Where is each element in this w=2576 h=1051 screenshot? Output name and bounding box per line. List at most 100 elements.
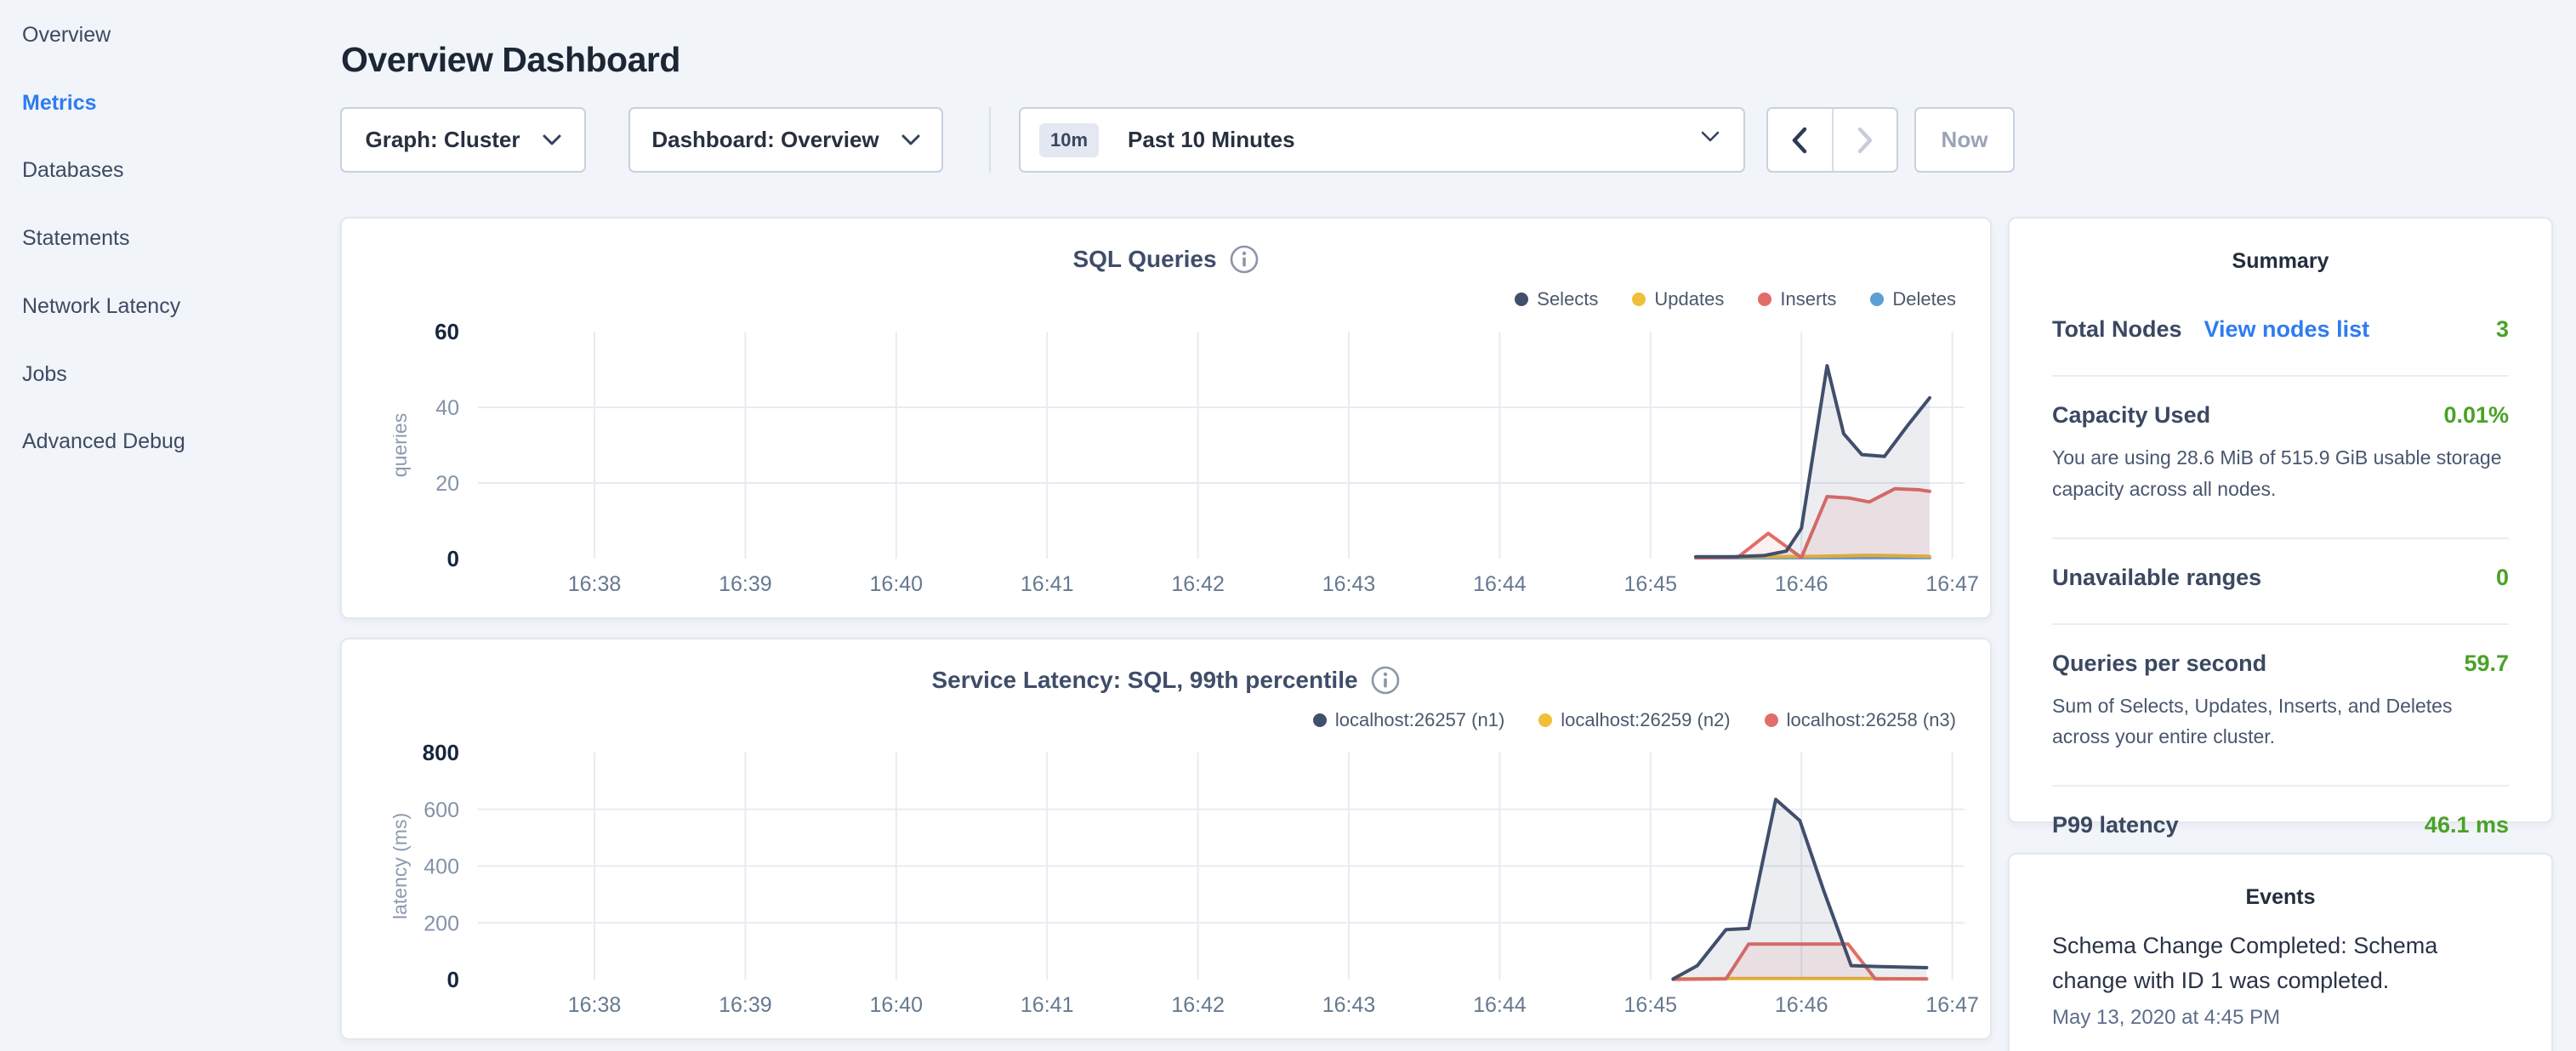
info-icon[interactable] — [1229, 244, 1260, 275]
svg-text:600: 600 — [424, 798, 459, 822]
time-prev-button[interactable] — [1768, 109, 1832, 171]
sidebar-item-advanced-debug[interactable]: Advanced Debug — [22, 427, 185, 456]
legend-item: Inserts — [1758, 288, 1836, 310]
time-step-group — [1766, 107, 1898, 173]
summary-row-label: Unavailable ranges — [2052, 565, 2261, 591]
legend-label: Deletes — [1892, 288, 1956, 310]
sidebar-item-databases[interactable]: Databases — [22, 156, 124, 185]
svg-text:16:38: 16:38 — [568, 993, 622, 1017]
time-window-label: Past 10 Minutes — [1128, 127, 1295, 153]
page-title: Overview Dashboard — [341, 40, 680, 80]
legend-label: Updates — [1654, 288, 1724, 310]
summary-row-label: Queries per second — [2052, 650, 2266, 677]
chevron-down-icon — [1701, 131, 1720, 143]
dashboard-selector-dropdown[interactable]: Dashboard: Overview — [628, 107, 943, 173]
controls-divider — [989, 107, 991, 173]
svg-text:16:39: 16:39 — [719, 572, 772, 596]
svg-text:400: 400 — [424, 855, 459, 879]
summary-panel: Summary Total NodesView nodes list3Capac… — [2008, 217, 2553, 823]
legend-item: localhost:26257 (n1) — [1313, 709, 1504, 731]
legend-label: localhost:26258 (n3) — [1787, 709, 1956, 731]
legend-dot-icon — [1765, 713, 1778, 727]
chart-title: SQL Queries — [342, 244, 1990, 275]
svg-text:16:42: 16:42 — [1171, 572, 1225, 596]
now-button[interactable]: Now — [1914, 107, 2015, 173]
sidebar: Overview Metrics Databases Statements Networ… — [0, 0, 340, 1051]
legend-dot-icon — [1313, 713, 1327, 727]
svg-text:16:45: 16:45 — [1624, 993, 1678, 1017]
chevron-right-icon — [1857, 127, 1874, 154]
chevron-down-icon — [543, 134, 561, 146]
event-list-item[interactable]: Schema Change Completed: Schema change w… — [2052, 929, 2509, 1030]
legend-item: localhost:26258 (n3) — [1765, 709, 1956, 731]
svg-text:16:44: 16:44 — [1473, 993, 1527, 1017]
svg-text:16:46: 16:46 — [1775, 993, 1828, 1017]
svg-text:40: 40 — [435, 396, 459, 420]
svg-text:16:40: 16:40 — [870, 993, 924, 1017]
svg-text:16:47: 16:47 — [1925, 993, 1979, 1017]
chart-title-text: SQL Queries — [1072, 246, 1216, 272]
summary-row: Unavailable ranges 0 — [2052, 539, 2509, 625]
svg-text:16:41: 16:41 — [1021, 993, 1074, 1017]
sidebar-item-statements[interactable]: Statements — [22, 224, 129, 253]
summary-row-label: P99 latency — [2052, 812, 2179, 838]
event-message: Schema Change Completed: Schema change w… — [2052, 929, 2509, 997]
chevron-left-icon — [1791, 127, 1808, 154]
summary-row-description: Sum of Selects, Updates, Inserts, and De… — [2052, 690, 2509, 753]
svg-text:16:41: 16:41 — [1021, 572, 1074, 596]
events-rows: Schema Change Completed: Schema change w… — [2052, 929, 2509, 1030]
graph-selector-dropdown[interactable]: Graph: Cluster — [340, 107, 586, 173]
svg-text:16:39: 16:39 — [719, 993, 772, 1017]
summary-rows: Total NodesView nodes list3Capacity Used… — [2052, 291, 2509, 871]
svg-text:16:46: 16:46 — [1775, 572, 1828, 596]
legend-label: Inserts — [1780, 288, 1836, 310]
chart-plot-area[interactable]: 16:3816:3916:4016:4116:4216:4316:4416:45… — [393, 321, 1992, 610]
sidebar-item-overview[interactable]: Overview — [22, 20, 111, 49]
summary-row-value: 3 — [2496, 316, 2509, 343]
summary-row: Queries per second 59.7 Sum of Selects, Up… — [2052, 625, 2509, 787]
svg-text:queries: queries — [393, 413, 411, 477]
svg-text:0: 0 — [447, 967, 459, 992]
sidebar-item-jobs[interactable]: Jobs — [22, 360, 67, 389]
dashboard-selector-label: Dashboard: Overview — [651, 127, 879, 153]
legend-label: Selects — [1537, 288, 1598, 310]
sql-queries-chart-card: SQL Queries Selects Updates Inserts Deletes… — [340, 217, 1992, 619]
svg-text:16:43: 16:43 — [1322, 993, 1376, 1017]
svg-text:16:38: 16:38 — [568, 572, 622, 596]
events-panel: Events Schema Change Completed: Schema c… — [2008, 853, 2553, 1051]
svg-text:60: 60 — [435, 321, 459, 344]
legend-item: Deletes — [1870, 288, 1956, 310]
app-root: Overview Metrics Databases Statements Networ… — [0, 0, 2576, 1051]
summary-title: Summary — [2010, 249, 2551, 274]
view-nodes-list-link[interactable]: View nodes list — [2204, 316, 2370, 343]
event-timestamp: May 13, 2020 at 4:45 PM — [2052, 1006, 2509, 1030]
graph-selector-label: Graph: Cluster — [365, 127, 520, 153]
legend-dot-icon — [1758, 293, 1771, 306]
events-title: Events — [2010, 885, 2551, 910]
chart-title-text: Service Latency: SQL, 99th percentile — [931, 667, 1357, 693]
svg-text:200: 200 — [424, 912, 459, 935]
summary-row-value: 59.7 — [2464, 650, 2509, 677]
time-next-button[interactable] — [1832, 109, 1897, 171]
chart-title: Service Latency: SQL, 99th percentile — [342, 665, 1990, 696]
chevron-down-icon — [901, 134, 920, 146]
legend-label: localhost:26259 (n2) — [1561, 709, 1730, 731]
service-latency-chart-card: Service Latency: SQL, 99th percentile lo… — [340, 638, 1992, 1040]
svg-text:16:44: 16:44 — [1473, 572, 1527, 596]
legend-dot-icon — [1870, 293, 1884, 306]
chart-plot-area[interactable]: 16:3816:3916:4016:4116:4216:4316:4416:45… — [393, 741, 1992, 1031]
time-window-selector[interactable]: 10m Past 10 Minutes — [1019, 107, 1745, 173]
info-icon[interactable] — [1370, 665, 1401, 696]
sidebar-item-metrics[interactable]: Metrics — [22, 88, 97, 117]
svg-text:0: 0 — [447, 546, 459, 571]
legend-dot-icon — [1632, 293, 1646, 306]
sidebar-item-network-latency[interactable]: Network Latency — [22, 292, 180, 321]
summary-row-label: Total Nodes — [2052, 316, 2182, 343]
summary-row-value: 0 — [2496, 565, 2509, 591]
chart-legend: Selects Updates Inserts Deletes — [1515, 288, 1956, 310]
svg-text:20: 20 — [435, 472, 459, 496]
svg-text:800: 800 — [423, 741, 459, 765]
legend-label: localhost:26257 (n1) — [1335, 709, 1504, 731]
legend-item: Selects — [1515, 288, 1598, 310]
legend-dot-icon — [1515, 293, 1528, 306]
